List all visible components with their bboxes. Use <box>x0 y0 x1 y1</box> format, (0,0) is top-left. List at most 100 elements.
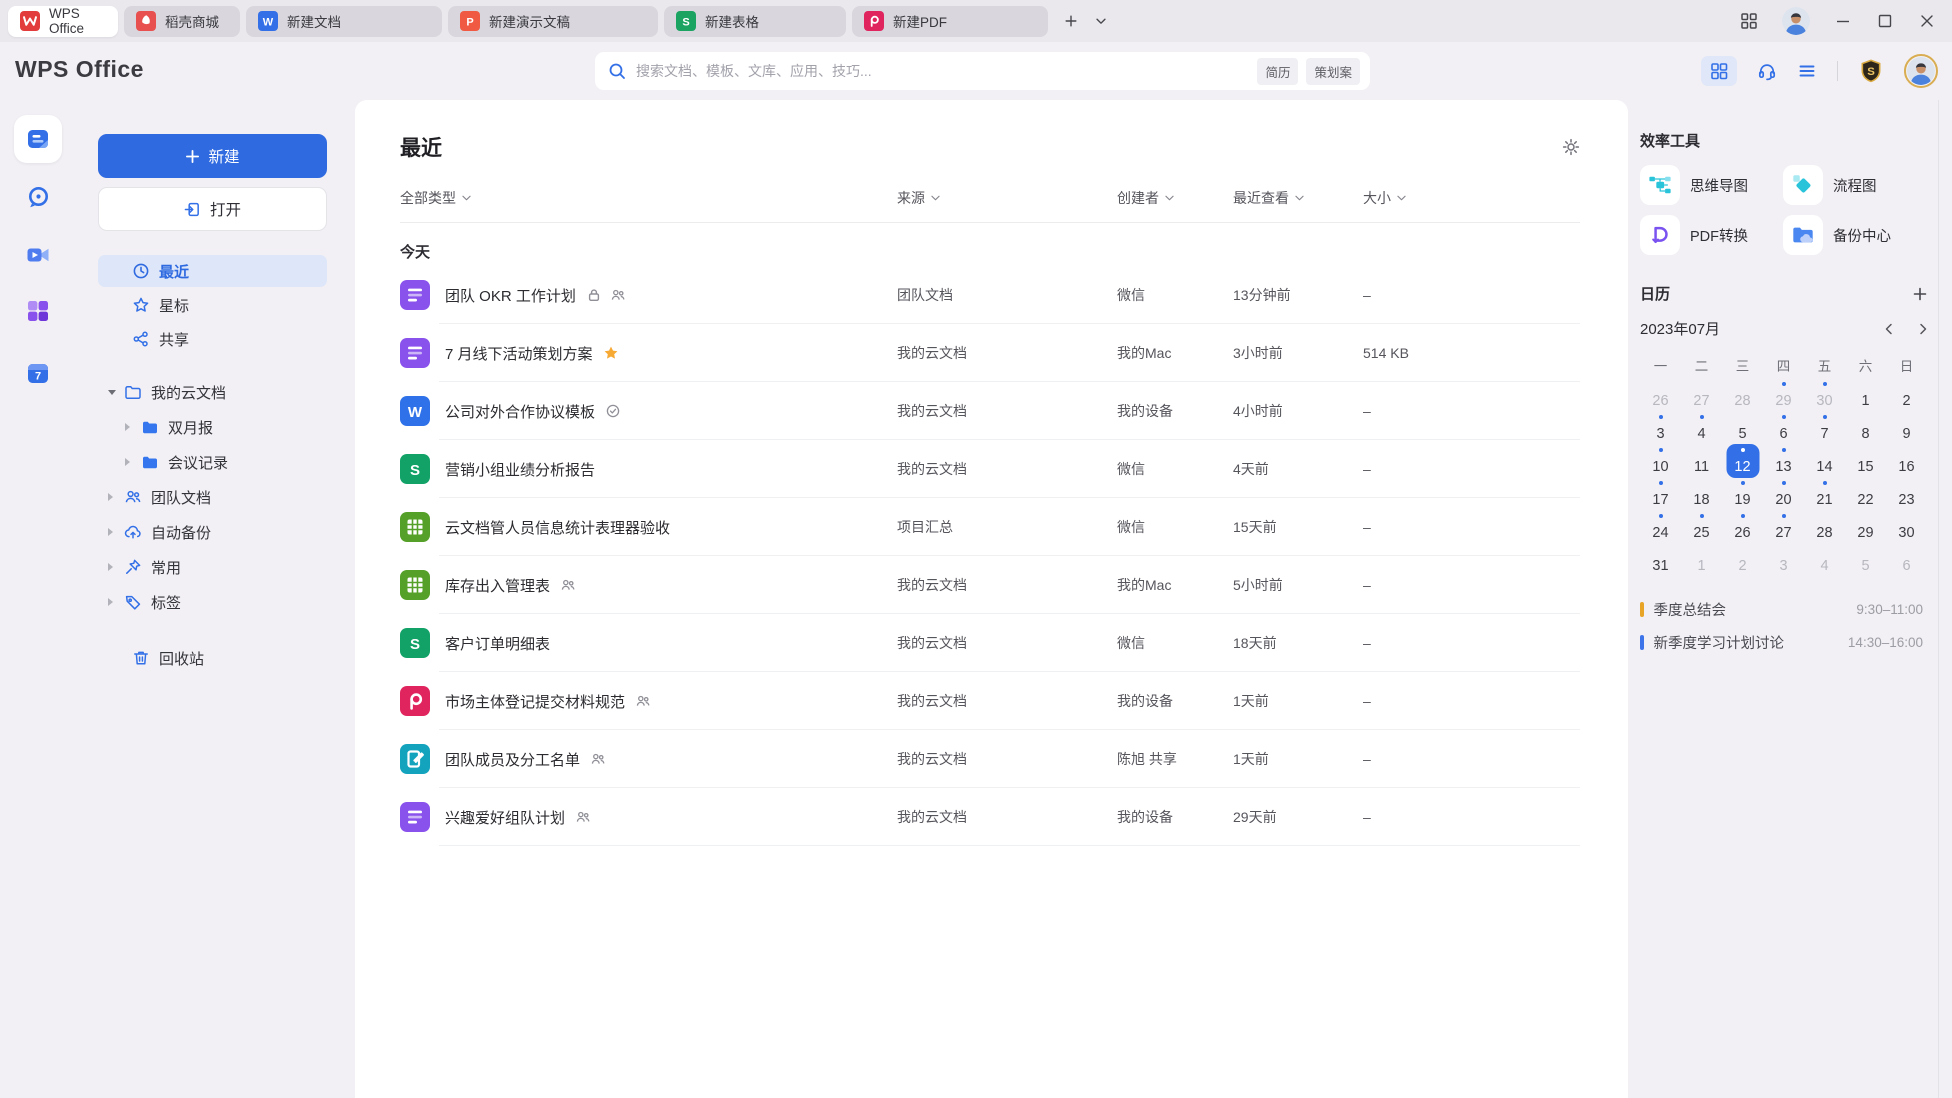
next-month-button[interactable] <box>1917 323 1929 335</box>
window-tab[interactable]: P 新建演示文稿 <box>448 5 658 37</box>
calendar-day[interactable]: 20 <box>1763 478 1804 511</box>
calendar-day[interactable]: 14 <box>1804 445 1845 478</box>
filter-dropdown[interactable]: 大小 <box>1363 188 1580 208</box>
tool-item[interactable]: 流程图 <box>1783 165 1926 205</box>
calendar-day[interactable]: 2 <box>1886 379 1927 412</box>
calendar-day[interactable]: 24 <box>1640 511 1681 544</box>
view-grid-button[interactable] <box>1701 56 1737 86</box>
calendar-day[interactable]: 12 <box>1722 445 1763 478</box>
calendar-day[interactable]: 29 <box>1763 379 1804 412</box>
filter-dropdown[interactable]: 最近查看 <box>1233 188 1348 208</box>
new-document-button[interactable]: 新建 <box>98 134 327 178</box>
prev-month-button[interactable] <box>1883 323 1895 335</box>
file-row[interactable]: S 营销小组业绩分析报告 我的云文档 微信 4天前 – <box>400 440 1580 498</box>
calendar-day[interactable]: 30 <box>1804 379 1845 412</box>
rail-documents-button[interactable] <box>13 115 62 163</box>
sidebar-tree-item[interactable]: 自动备份 <box>98 517 327 547</box>
caret-icon[interactable] <box>108 387 117 397</box>
calendar-day[interactable]: 22 <box>1845 478 1886 511</box>
calendar-day[interactable]: 13 <box>1763 445 1804 478</box>
sidebar-tree-item[interactable]: 我的云文档 <box>98 377 327 407</box>
file-row[interactable]: 库存出入管理表 我的云文档 我的Mac 5小时前 – <box>400 556 1580 614</box>
file-row[interactable]: 市场主体登记提交材料规范 我的云文档 我的设备 1天前 – <box>400 672 1580 730</box>
calendar-day[interactable]: 28 <box>1804 511 1845 544</box>
file-row[interactable]: 兴趣爱好组队计划 我的云文档 我的设备 29天前 – <box>400 788 1580 846</box>
calendar-day[interactable]: 7 <box>1804 412 1845 445</box>
calendar-day[interactable]: 19 <box>1722 478 1763 511</box>
calendar-event[interactable]: 新季度学习计划讨论 14:30–16:00 <box>1640 626 1923 659</box>
sidebar-tree-item[interactable]: 团队文档 <box>98 482 327 512</box>
calendar-day[interactable]: 1 <box>1681 544 1722 577</box>
calendar-day[interactable]: 28 <box>1722 379 1763 412</box>
calendar-event[interactable]: 季度总结会 9:30–11:00 <box>1640 593 1923 626</box>
calendar-day[interactable]: 16 <box>1886 445 1927 478</box>
window-tab[interactable]: 新建PDF <box>852 5 1048 37</box>
caret-icon[interactable] <box>108 597 117 607</box>
calendar-day[interactable]: 5 <box>1722 412 1763 445</box>
tool-item[interactable]: 思维导图 <box>1640 165 1783 205</box>
titlebar-avatar[interactable] <box>1782 7 1810 35</box>
sidebar-tree-item[interactable]: 双月报 <box>98 412 327 442</box>
rail-apps-button[interactable] <box>25 291 51 331</box>
search-tag[interactable]: 策划案 <box>1306 57 1360 85</box>
caret-icon[interactable] <box>108 527 117 537</box>
calendar-day[interactable]: 9 <box>1886 412 1927 445</box>
file-row[interactable]: 团队 OKR 工作计划 团队文档 微信 13分钟前 – <box>400 266 1580 324</box>
calendar-day[interactable]: 4 <box>1804 544 1845 577</box>
sidebar-tree-item[interactable]: 标签 <box>98 587 327 617</box>
file-row[interactable]: 云文档管人员信息统计表理器验收 项目汇总 微信 15天前 – <box>400 498 1580 556</box>
calendar-day[interactable]: 25 <box>1681 511 1722 544</box>
calendar-day[interactable]: 31 <box>1640 544 1681 577</box>
window-tab[interactable]: W 新建文档 <box>246 5 442 37</box>
maximize-button[interactable] <box>1876 12 1894 30</box>
calendar-day[interactable]: 27 <box>1681 379 1722 412</box>
calendar-day[interactable]: 5 <box>1845 544 1886 577</box>
calendar-day[interactable]: 18 <box>1681 478 1722 511</box>
rail-chat-button[interactable] <box>25 177 51 217</box>
rail-calendar-button[interactable]: 7 <box>25 353 51 393</box>
support-headset-button[interactable] <box>1757 61 1777 81</box>
sidebar-item-trash[interactable]: 回收站 <box>98 643 327 673</box>
file-row[interactable]: W 公司对外合作协议模板 我的云文档 我的设备 4小时前 – <box>400 382 1580 440</box>
file-row[interactable]: S 客户订单明细表 我的云文档 微信 18天前 – <box>400 614 1580 672</box>
window-tab[interactable]: WPS Office <box>8 5 118 37</box>
calendar-day[interactable]: 10 <box>1640 445 1681 478</box>
user-avatar[interactable] <box>1904 54 1938 88</box>
calendar-day[interactable]: 3 <box>1640 412 1681 445</box>
minimize-button[interactable] <box>1834 12 1852 30</box>
rail-meeting-button[interactable] <box>25 235 51 275</box>
calendar-day[interactable]: 26 <box>1640 379 1681 412</box>
settings-gear-icon[interactable] <box>1562 138 1580 156</box>
filter-dropdown[interactable]: 来源 <box>897 188 1102 208</box>
search-input[interactable] <box>636 63 1258 79</box>
calendar-day[interactable]: 11 <box>1681 445 1722 478</box>
calendar-day[interactable]: 3 <box>1763 544 1804 577</box>
caret-icon[interactable] <box>108 492 117 502</box>
tool-item[interactable]: 备份中心 <box>1783 215 1926 255</box>
sidebar-nav-item[interactable]: 共享 <box>98 323 327 355</box>
membership-badge-icon[interactable]: S <box>1858 58 1884 84</box>
calendar-day[interactable]: 21 <box>1804 478 1845 511</box>
sidebar-tree-item[interactable]: 会议记录 <box>98 447 327 477</box>
calendar-day[interactable]: 15 <box>1845 445 1886 478</box>
add-event-button[interactable] <box>1912 286 1928 302</box>
sidebar-nav-item[interactable]: 星标 <box>98 289 327 321</box>
calendar-day[interactable]: 30 <box>1886 511 1927 544</box>
calendar-day[interactable]: 4 <box>1681 412 1722 445</box>
calendar-day[interactable]: 17 <box>1640 478 1681 511</box>
calendar-day[interactable]: 6 <box>1886 544 1927 577</box>
calendar-day[interactable]: 23 <box>1886 478 1927 511</box>
caret-icon[interactable] <box>125 422 134 432</box>
close-button[interactable] <box>1918 12 1936 30</box>
calendar-day[interactable]: 26 <box>1722 511 1763 544</box>
calendar-day[interactable]: 8 <box>1845 412 1886 445</box>
filter-dropdown[interactable]: 创建者 <box>1117 188 1218 208</box>
search-bar[interactable]: 简历策划案 <box>595 52 1370 90</box>
file-row[interactable]: 团队成员及分工名单 我的云文档 陈旭 共享 1天前 – <box>400 730 1580 788</box>
tab-list-dropdown[interactable] <box>1088 8 1114 34</box>
tool-item[interactable]: PDF转换 <box>1640 215 1783 255</box>
calendar-day[interactable]: 6 <box>1763 412 1804 445</box>
window-tab[interactable]: S 新建表格 <box>664 5 846 37</box>
calendar-day[interactable]: 1 <box>1845 379 1886 412</box>
caret-icon[interactable] <box>108 562 117 572</box>
